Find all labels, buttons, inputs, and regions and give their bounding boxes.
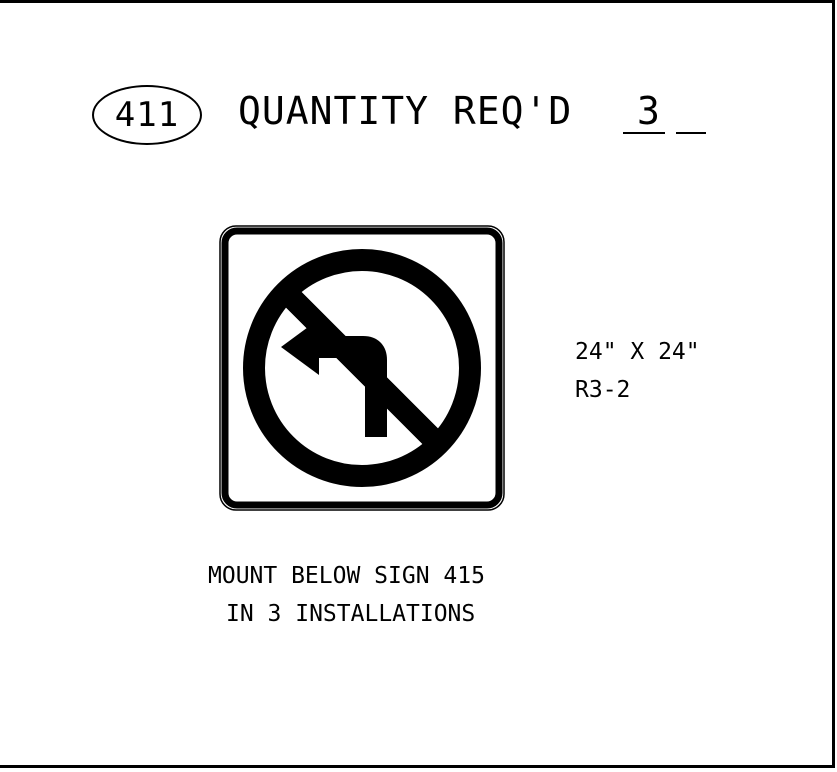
sign-number: 411 (114, 95, 180, 135)
quantity-underline (623, 132, 665, 134)
sign-size-label: 24" X 24" (575, 339, 700, 365)
quantity-value: 3 (637, 89, 660, 133)
sign-code-label: R3-2 (575, 377, 631, 403)
no-left-turn-icon (219, 225, 505, 511)
quantity-label: QUANTITY REQ'D (238, 89, 573, 133)
drawing-sheet: 411 QUANTITY REQ'D 3 24" X 24" R3-2 MOUN… (0, 0, 835, 768)
mounting-note-line-1: MOUNT BELOW SIGN 415 (208, 563, 485, 589)
mounting-note-line-2: IN 3 INSTALLATIONS (226, 601, 476, 627)
sign-number-oval: 411 (92, 85, 202, 145)
quantity-underline-blank (676, 132, 706, 134)
